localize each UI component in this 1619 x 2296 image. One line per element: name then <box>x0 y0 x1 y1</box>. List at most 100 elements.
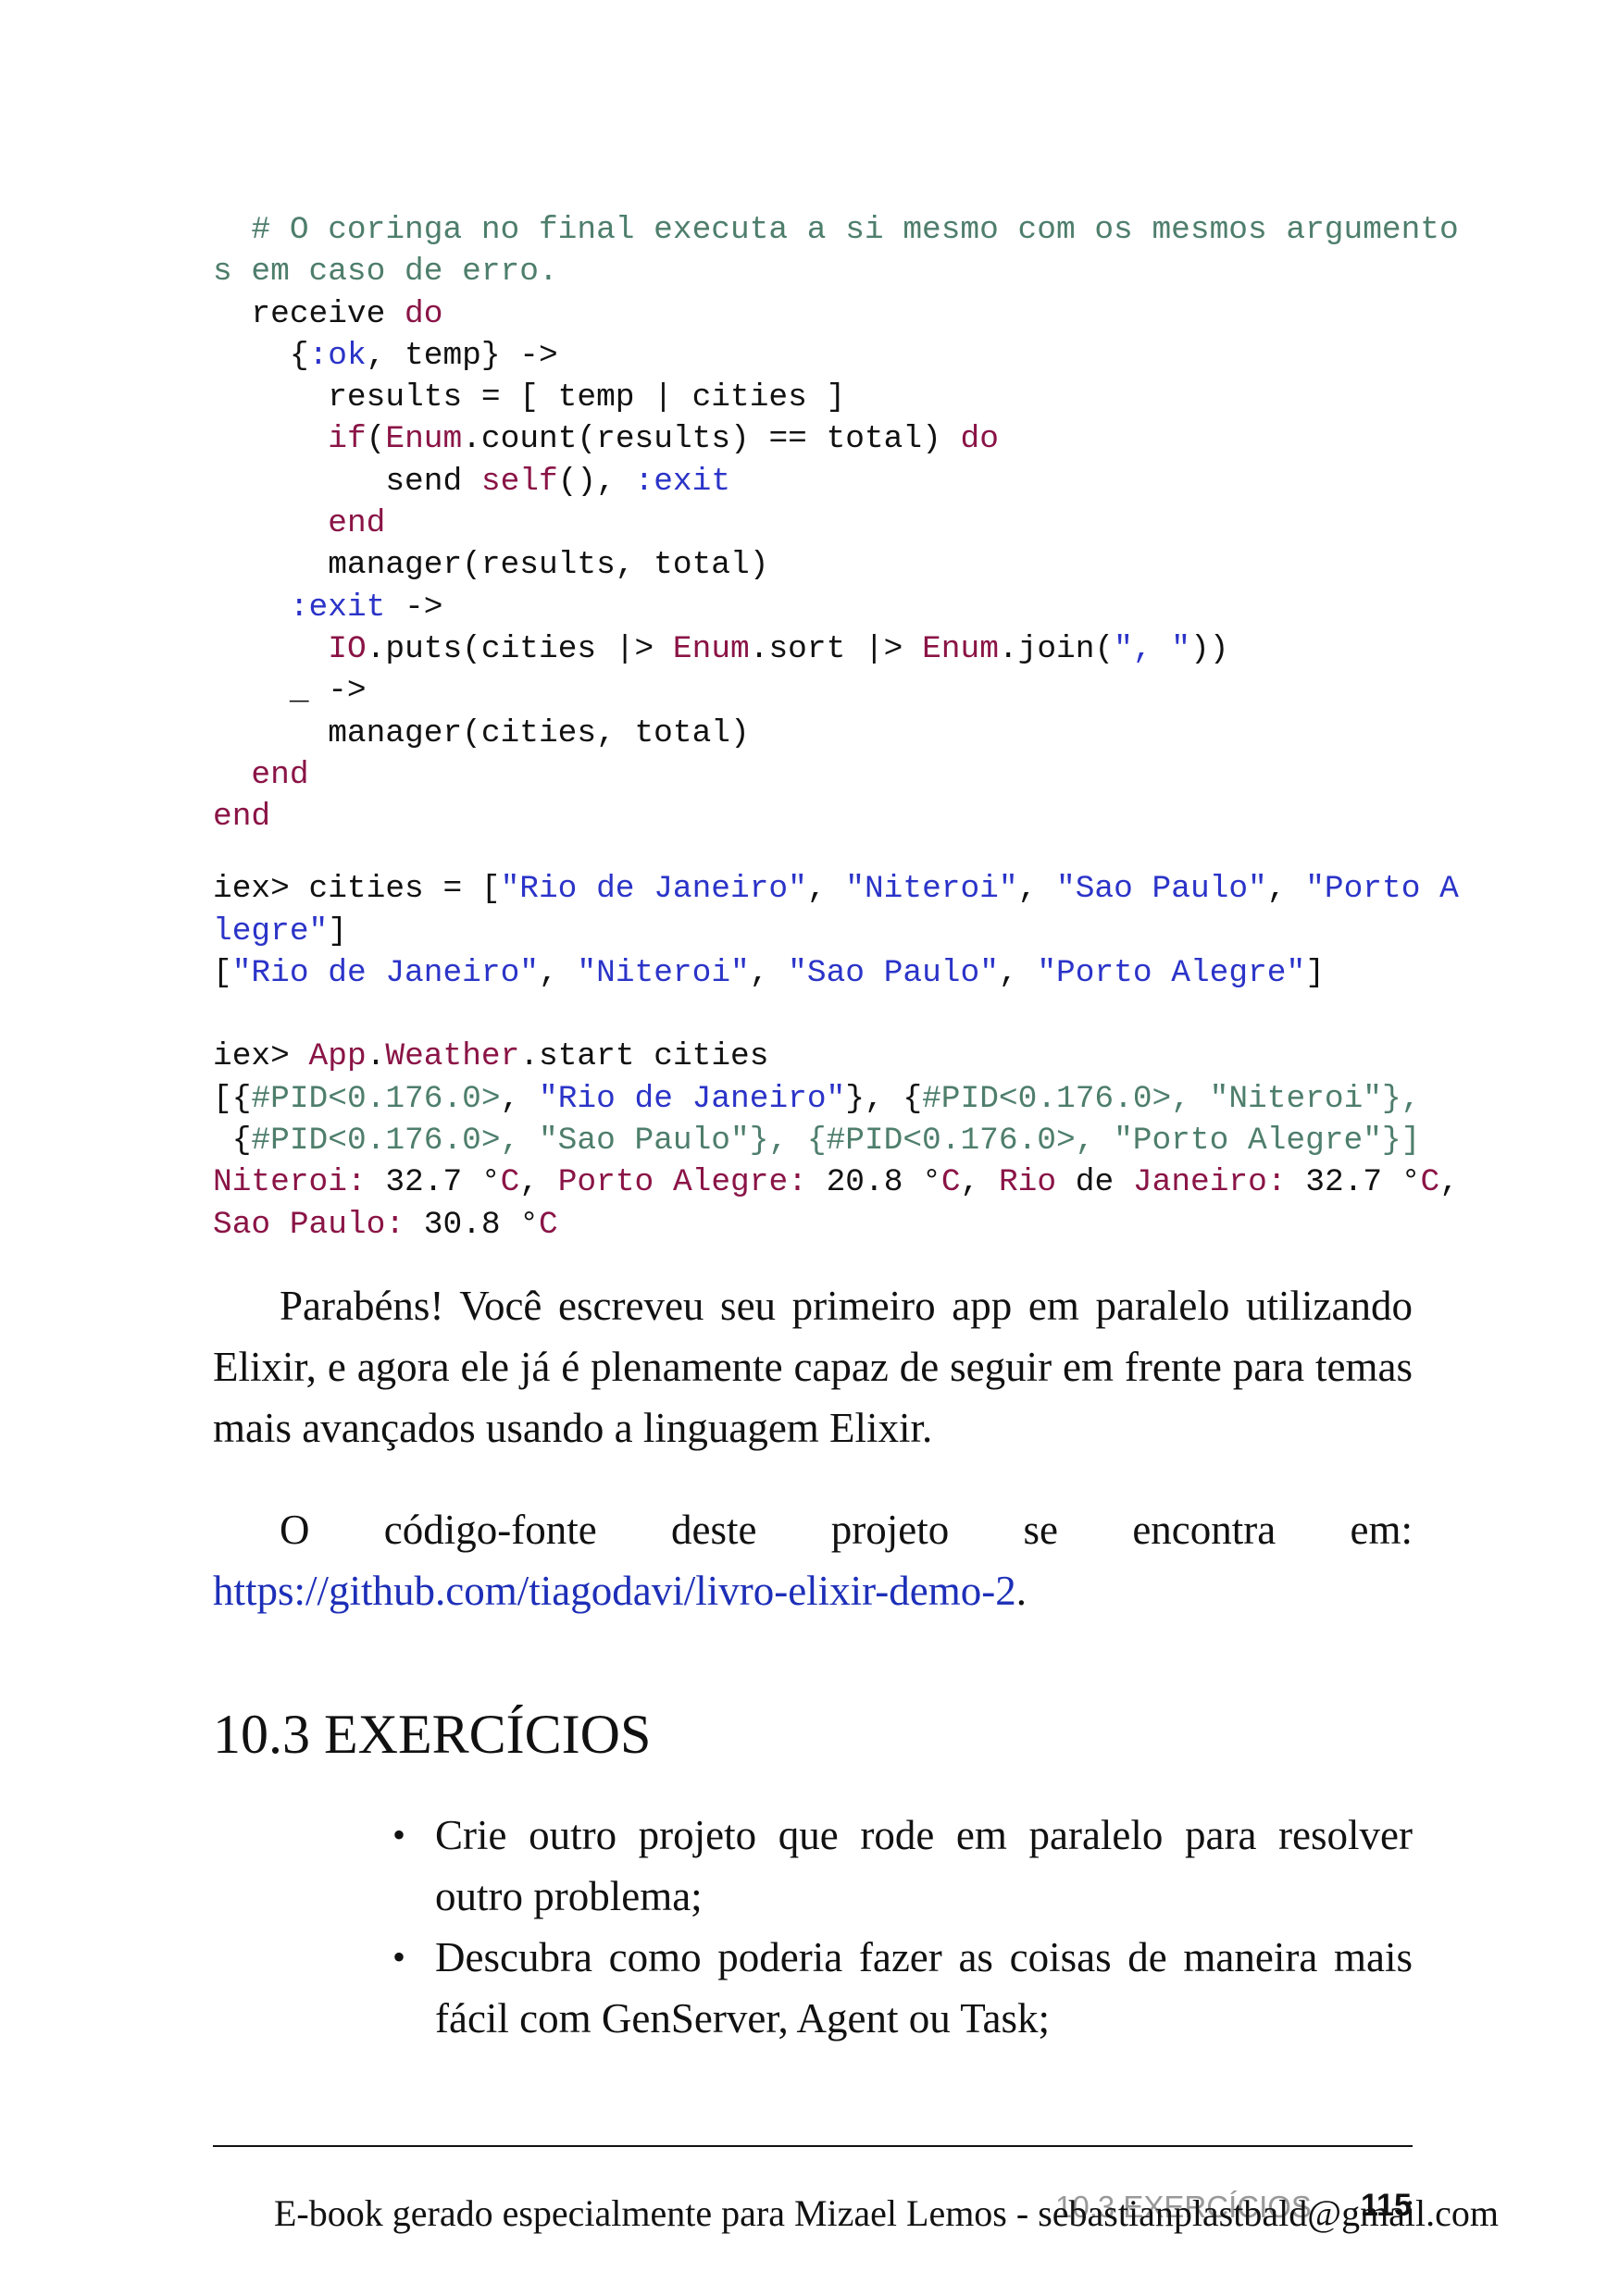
code-token: manager(cities, total) <box>213 714 750 751</box>
code-token: , <box>538 955 578 992</box>
code-keyword: do <box>405 295 443 332</box>
code-string: "Porto Alegre" <box>1037 955 1306 992</box>
code-token: )) <box>1189 630 1229 667</box>
list-item: • Descubra como poderia fazer as coisas d… <box>392 1927 1413 2049</box>
code-token: de <box>1056 1164 1133 1201</box>
code-token: { <box>213 337 309 374</box>
code-token: manager(results, total) <box>213 547 769 584</box>
code-string: "Porto A <box>1305 871 1459 908</box>
code-module: C <box>1420 1164 1440 1201</box>
code-line: {:ok, temp} -> <box>213 335 1416 377</box>
code-atom: :ok <box>308 337 367 374</box>
list-item-text: Descubra como poderia fazer as coisas de… <box>435 1934 1413 2042</box>
code-comment: # O coringa no final executa a si mesmo … <box>213 212 1459 248</box>
code-keyword: do <box>960 421 999 458</box>
github-link[interactable]: https://github.com/tiagodavi/livro-elixi… <box>213 1568 1016 1614</box>
code-module: IO <box>328 630 367 667</box>
code-token: { <box>213 1122 252 1159</box>
code-token: results = [ temp | cities ] <box>213 379 846 416</box>
code-module: Weather <box>385 1038 520 1075</box>
list-item-text: Crie outro projeto que rode em paralelo … <box>435 1812 1413 1919</box>
code-pid: #PID<0.176.0>, "Niteroi"}, <box>922 1080 1421 1117</box>
paragraph-text: O código-fonte deste projeto se encontra… <box>280 1507 1413 1553</box>
bullet-icon: • <box>392 1814 406 1855</box>
code-line: s em caso de erro. <box>213 251 1416 292</box>
code-token: .puts(cities |> <box>366 630 673 667</box>
code-token: .sort |> <box>749 630 923 667</box>
code-module: Enum <box>672 630 750 667</box>
code-line: _ -> <box>213 670 1416 712</box>
code-token: -> <box>385 589 443 626</box>
code-keyword: end <box>328 505 386 542</box>
code-pid: #PID<0.176.0> <box>251 1080 501 1117</box>
code-module: Rio <box>998 1164 1057 1201</box>
code-line: Sao Paulo: 30.8 °C <box>213 1204 1416 1246</box>
code-line: results = [ temp | cities ] <box>213 377 1416 418</box>
code-token: .count(results) == total) <box>462 421 961 458</box>
code-line: # O coringa no final executa a si mesmo … <box>213 209 1458 251</box>
code-token: 20.8 ° <box>806 1164 941 1201</box>
code-keyword: end <box>213 799 271 836</box>
book-page: # O coringa no final executa a si mesmo … <box>0 0 1619 2296</box>
code-token: send <box>213 463 481 500</box>
code-line: iex> App.Weather.start cities <box>213 1036 1416 1077</box>
code-token: }, { <box>845 1080 923 1117</box>
code-line: {#PID<0.176.0>, "Sao Paulo"}, {#PID<0.17… <box>213 1120 1421 1161</box>
code-string: "Rio de Janeiro" <box>539 1080 846 1117</box>
code-token: , temp} -> <box>366 337 558 374</box>
code-keyword: self <box>480 463 558 500</box>
code-line: if(Enum.count(results) == total) do <box>213 418 1416 460</box>
code-line: legre"] <box>213 911 1416 952</box>
code-module: Enum <box>922 630 999 667</box>
paragraph-source-code: O código-fonte deste projeto se encontra… <box>213 1499 1413 1621</box>
code-atom: :exit <box>634 463 731 500</box>
code-line: iex> cities = ["Rio de Janeiro", "Nitero… <box>213 868 1459 910</box>
code-line: manager(cities, total) <box>213 713 1416 754</box>
code-module: C <box>538 1206 558 1243</box>
code-token: , <box>806 871 846 908</box>
footer-rule <box>213 2145 1413 2147</box>
code-keyword: if <box>328 421 367 458</box>
code-token: , <box>998 955 1038 992</box>
code-module: C <box>940 1164 961 1201</box>
code-block: # O coringa no final executa a si mesmo … <box>213 209 1459 1246</box>
code-module: C <box>500 1164 520 1201</box>
code-token: ( <box>366 421 386 458</box>
code-token: iex> <box>213 1038 309 1075</box>
code-module: Enum <box>385 421 463 458</box>
exercise-list: • Crie outro projeto que rode em paralelo… <box>392 1805 1413 2049</box>
code-line: receive do <box>213 293 1416 335</box>
list-item: • Crie outro projeto que rode em paralelo… <box>392 1805 1413 1927</box>
code-token: , <box>1017 871 1057 908</box>
code-pid: #PID<0.176.0>, "Sao Paulo"}, {#PID<0.176… <box>251 1122 1421 1159</box>
code-line: Niteroi: 32.7 °C, Porto Alegre: 20.8 °C,… <box>213 1161 1459 1203</box>
paragraph-congratulations: Parabéns! Você escreveu seu primeiro app… <box>213 1283 1413 1451</box>
code-token: , <box>749 955 789 992</box>
code-string: "Niteroi" <box>845 871 1018 908</box>
code-token: ] <box>1305 955 1325 992</box>
code-line: send self(), :exit <box>213 461 1416 503</box>
code-token: ] <box>328 912 347 949</box>
code-string: legre" <box>213 912 329 949</box>
code-line: :exit -> <box>213 587 1416 628</box>
code-spacer <box>213 994 1416 1036</box>
code-token: , <box>960 1164 999 1201</box>
code-string: "Rio de Janeiro" <box>500 871 807 908</box>
code-token: .start cities <box>519 1038 769 1075</box>
code-module: App <box>308 1038 367 1075</box>
code-token: 32.7 ° <box>366 1164 501 1201</box>
code-line: end <box>213 754 1416 796</box>
code-comment: s em caso de erro. <box>213 254 558 291</box>
code-line: manager(results, total) <box>213 544 1416 586</box>
code-line: end <box>213 503 1416 544</box>
code-string: "Niteroi" <box>577 955 750 992</box>
code-module: Janeiro: <box>1132 1164 1287 1201</box>
code-token: _ -> <box>213 673 367 710</box>
code-token: , <box>1266 871 1306 908</box>
code-atom: :exit <box>289 589 386 626</box>
